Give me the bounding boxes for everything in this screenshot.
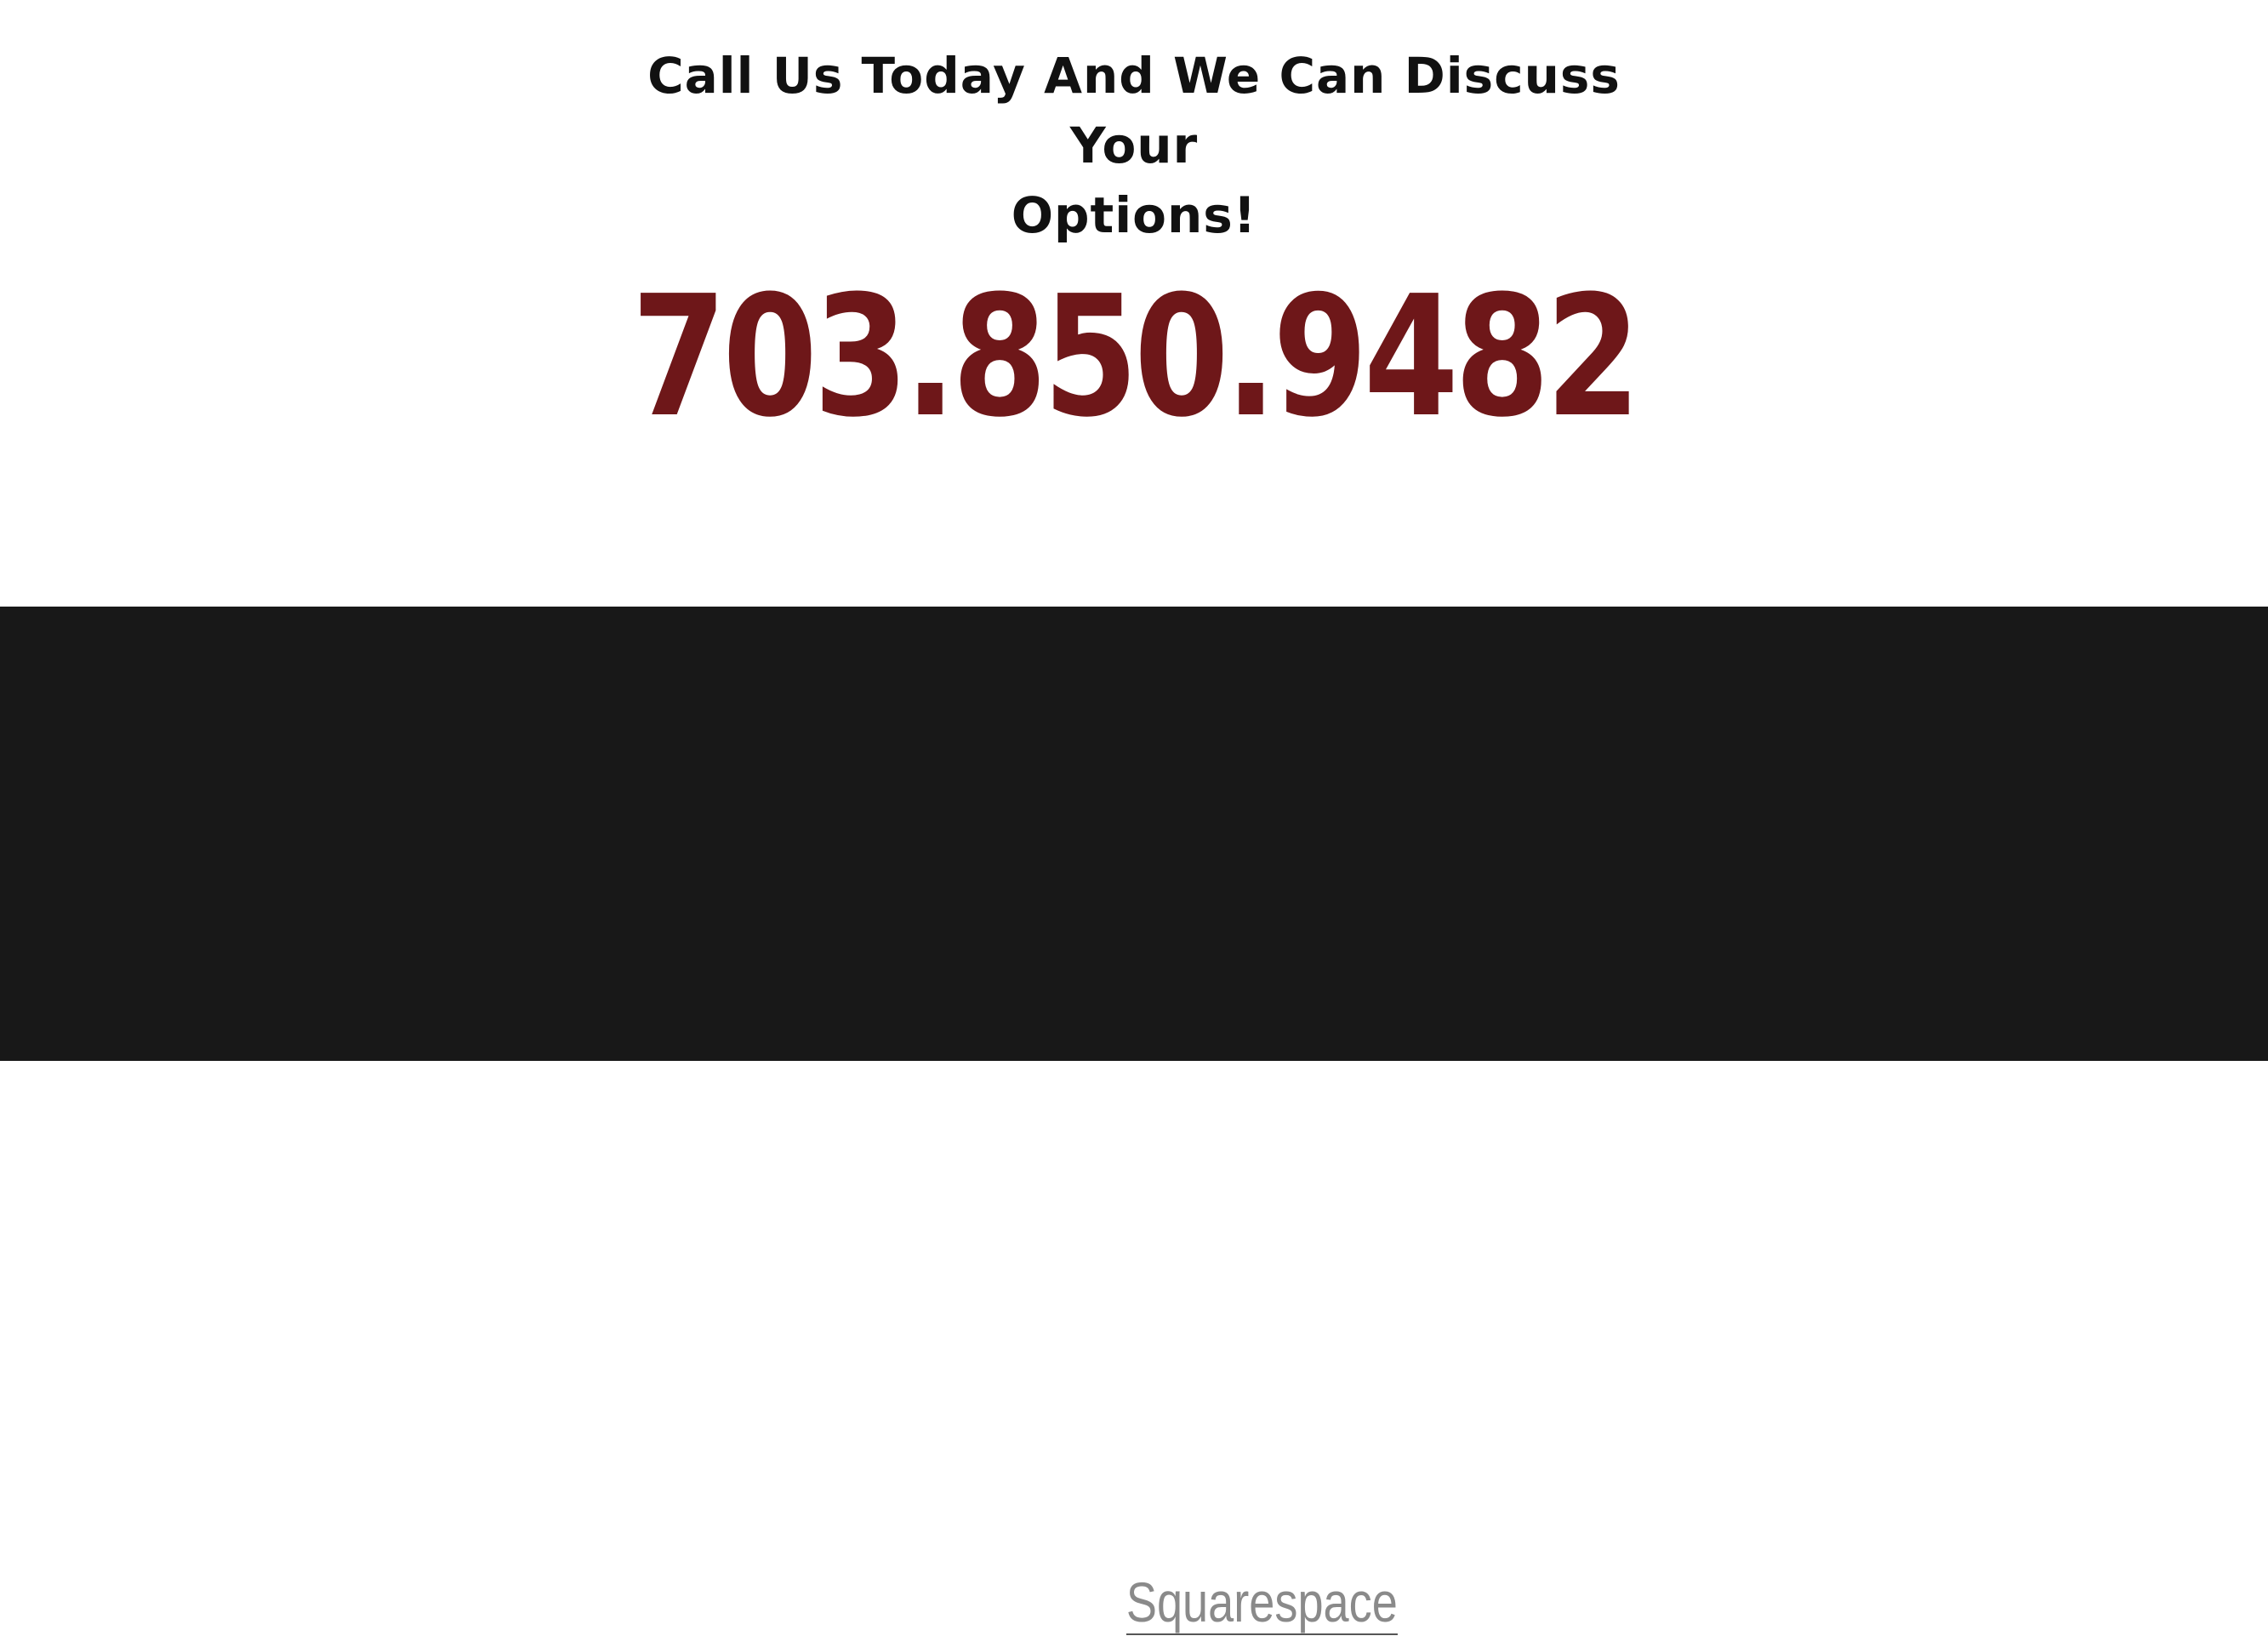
- twitter-icon: [1110, 1444, 1146, 1473]
- facebook-button[interactable]: [1190, 1417, 1274, 1501]
- phone-number-link[interactable]: 703.850.9482: [204, 259, 2064, 455]
- cta-heading-line1: Call Us Today And We Can Discuss Your: [647, 47, 1621, 174]
- twitter-button[interactable]: [1086, 1417, 1170, 1501]
- instagram-icon: [1008, 1443, 1040, 1475]
- powered-by-prefix: Powered by: [870, 1570, 1114, 1633]
- facebook-icon: [1223, 1445, 1240, 1477]
- powered-by-text: Powered by Squarespace: [870, 1568, 1398, 1636]
- powered-by: Powered by Squarespace: [0, 1568, 2268, 1636]
- cta-heading-line2: Options!: [1011, 186, 1257, 244]
- instagram-button[interactable]: [983, 1417, 1066, 1501]
- social-links: [983, 1417, 1274, 1501]
- contact-section: Call Us Today And We Can Discuss Your Op…: [0, 0, 2268, 607]
- cta-heading: Call Us Today And We Can Discuss Your Op…: [581, 41, 1687, 250]
- squarespace-link[interactable]: Squarespace: [1125, 1570, 1398, 1635]
- footer: Powered by Squarespace: [0, 607, 2268, 1635]
